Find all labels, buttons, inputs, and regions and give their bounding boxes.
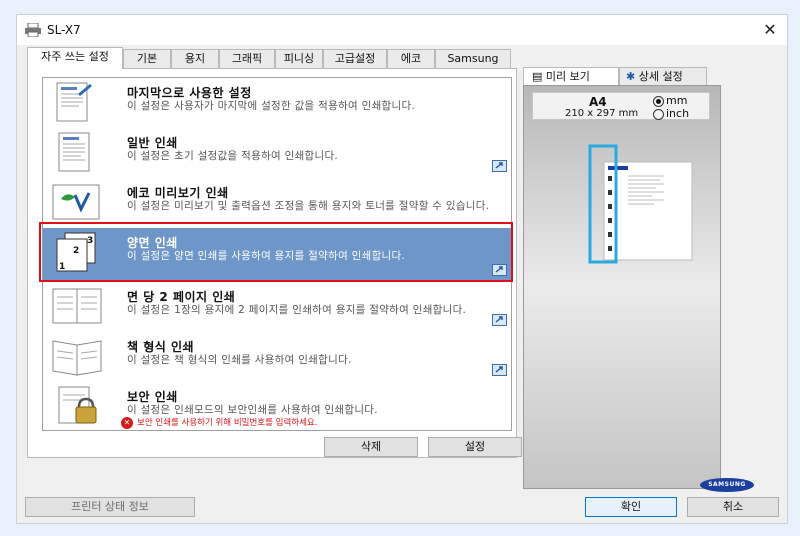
- samsung-logo: SAMSUNG: [700, 478, 754, 492]
- favorites-panel: 마지막으로 사용한 설정 이 설정은 사용자가 마지막에 설정한 값을 적용하여…: [27, 68, 522, 458]
- list-item[interactable]: 보안 인쇄 이 설정은 인쇄모드의 보안인쇄를 사용하여 인쇄합니다. ✕ 보안 …: [43, 382, 511, 430]
- printer-icon: [25, 22, 41, 40]
- svg-text:1: 1: [59, 262, 65, 272]
- tab-details-label: 상세 설정: [638, 70, 683, 83]
- booklet-print-icon: [52, 340, 102, 376]
- list-item[interactable]: 마지막으로 사용한 설정 이 설정은 사용자가 마지막에 설정한 값을 적용하여…: [43, 78, 511, 126]
- tab-preview-label: 미리 보기: [545, 70, 590, 83]
- svg-text:3: 3: [87, 236, 93, 246]
- secure-print-warning: ✕ 보안 인쇄를 사용하기 위해 비밀번호를 입력하세요.: [121, 416, 317, 429]
- tab-preview[interactable]: ▤ 미리 보기: [523, 67, 619, 85]
- tab-graphics[interactable]: 그래픽: [219, 49, 275, 68]
- list-item[interactable]: 에코 미리보기 인쇄 이 설정은 미리보기 및 출력옵션 조정을 통해 용지와 …: [43, 178, 511, 226]
- preview-area: A4 210 x 297 mm mm inch SAMSUNG: [523, 85, 754, 492]
- close-icon[interactable]: ✕: [759, 19, 781, 41]
- ok-button[interactable]: 확인: [585, 497, 677, 517]
- paper-dimensions: 210 x 297 mm: [565, 108, 639, 119]
- item-description: 이 설정은 사용자가 마지막에 설정한 값을 적용하여 인쇄합니다.: [127, 100, 416, 112]
- item-title: 양면 인쇄: [127, 236, 178, 250]
- tab-advanced[interactable]: 고급설정: [323, 49, 387, 68]
- unit-inch-radio[interactable]: inch: [653, 107, 689, 120]
- tab-basic[interactable]: 기본: [123, 49, 171, 68]
- unit-mm-radio[interactable]: mm: [653, 94, 687, 107]
- title-bar: SL-X7 ✕: [17, 15, 787, 45]
- list-item[interactable]: 일반 인쇄 이 설정은 초기 설정값을 적용하여 인쇄합니다.: [43, 128, 511, 176]
- printer-status-button[interactable]: 프린터 상태 정보: [25, 497, 195, 517]
- secure-print-icon: [58, 386, 97, 424]
- last-used-icon: [56, 82, 92, 122]
- list-item-selected[interactable]: 3 2 1 양면 인쇄 이 설정은 양면 인쇄를 사용하여 용지를 절약하여 인…: [43, 228, 511, 280]
- window-title: SL-X7: [47, 23, 81, 37]
- item-title: 마지막으로 사용한 설정: [127, 86, 252, 100]
- item-title: 보안 인쇄: [127, 390, 178, 404]
- tab-details[interactable]: ✱ 상세 설정: [619, 67, 707, 85]
- item-description: 이 설정은 책 형식의 인쇄를 사용하여 인쇄합니다.: [127, 354, 352, 366]
- delete-button[interactable]: 삭제: [324, 437, 418, 457]
- tab-finishing[interactable]: 피니싱: [275, 49, 323, 68]
- print-preferences-window: SL-X7 ✕ 자주 쓰는 설정 기본 용지 그래픽 피니싱 고급설정 에코 S…: [16, 14, 788, 524]
- page-preview: [588, 144, 693, 264]
- unit-mm-label: mm: [666, 94, 688, 107]
- duplex-print-icon: 3 2 1: [56, 232, 96, 272]
- list-item[interactable]: 면 당 2 페이지 인쇄 이 설정은 1장의 용지에 2 페이지를 인쇄하여 용…: [43, 282, 511, 330]
- preview-icon: ▤: [532, 70, 543, 83]
- unit-inch-label: inch: [666, 107, 690, 120]
- tools-icon: ✱: [626, 70, 636, 83]
- edit-shortcut-icon[interactable]: [492, 160, 507, 172]
- item-description: 이 설정은 1장의 용지에 2 페이지를 인쇄하여 용지를 절약하여 인쇄합니다…: [127, 304, 467, 316]
- settings-button[interactable]: 설정: [428, 437, 522, 457]
- normal-print-icon: [58, 132, 90, 172]
- tab-eco[interactable]: 에코: [387, 49, 435, 68]
- eco-print-icon: [52, 184, 100, 220]
- paper-size: A4: [589, 95, 607, 109]
- item-description: 이 설정은 양면 인쇄를 사용하여 용지를 절약하여 인쇄합니다.: [127, 250, 406, 262]
- tab-favorites[interactable]: 자주 쓰는 설정: [27, 47, 123, 69]
- radio-empty-icon: [653, 108, 664, 120]
- cancel-button[interactable]: 취소: [687, 497, 779, 517]
- paper-info: A4 210 x 297 mm mm inch: [532, 92, 710, 120]
- favorites-list[interactable]: 마지막으로 사용한 설정 이 설정은 사용자가 마지막에 설정한 값을 적용하여…: [42, 77, 512, 431]
- edit-shortcut-icon[interactable]: [492, 314, 507, 326]
- edit-shortcut-icon[interactable]: [492, 364, 507, 376]
- tab-samsung[interactable]: Samsung: [435, 49, 511, 68]
- item-title: 면 당 2 페이지 인쇄: [127, 290, 236, 304]
- item-description: 이 설정은 인쇄모드의 보안인쇄를 사용하여 인쇄합니다.: [127, 404, 378, 416]
- item-title: 일반 인쇄: [127, 136, 178, 150]
- edit-shortcut-icon[interactable]: [492, 264, 507, 276]
- svg-text:2: 2: [73, 246, 79, 256]
- warning-text: 보안 인쇄를 사용하기 위해 비밀번호를 입력하세요.: [137, 418, 318, 428]
- list-item[interactable]: 책 형식 인쇄 이 설정은 책 형식의 인쇄를 사용하여 인쇄합니다.: [43, 332, 511, 380]
- error-icon: ✕: [121, 416, 133, 429]
- item-description: 이 설정은 초기 설정값을 적용하여 인쇄합니다.: [127, 150, 339, 162]
- item-title: 에코 미리보기 인쇄: [127, 186, 229, 200]
- two-up-print-icon: [52, 288, 102, 324]
- item-title: 책 형식 인쇄: [127, 340, 195, 354]
- item-description: 이 설정은 미리보기 및 출력옵션 조정을 통해 용지와 토너를 절약할 수 있…: [127, 200, 490, 212]
- tab-paper[interactable]: 용지: [171, 49, 219, 68]
- radio-selected-icon: [653, 95, 664, 107]
